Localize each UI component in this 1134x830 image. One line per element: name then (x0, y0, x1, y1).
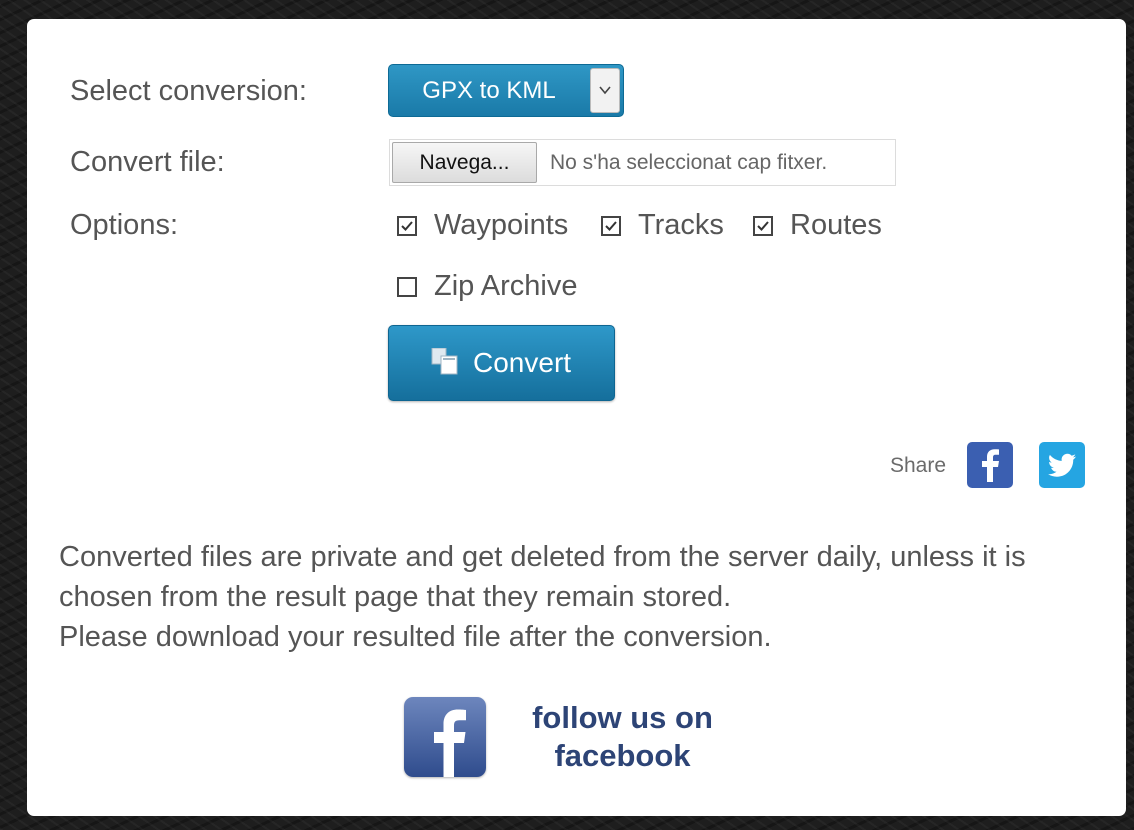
follow-us-link[interactable]: follow us on facebook (515, 699, 730, 775)
follow-us-line-2: facebook (554, 738, 691, 773)
facebook-share-icon[interactable] (967, 442, 1013, 488)
select-conversion-label: Select conversion: (70, 75, 307, 107)
options-label: Options: (70, 209, 178, 241)
convert-button-label: Convert (473, 347, 572, 378)
convert-button[interactable]: Convert (388, 325, 615, 401)
share-label: Share (890, 454, 947, 477)
browse-button[interactable]: Navega... (392, 142, 537, 183)
file-input[interactable]: Navega... No s'ha seleccionat cap fitxer… (389, 139, 896, 186)
privacy-notice-line-1: Converted files are private and get dele… (59, 541, 1026, 613)
follow-us-line-1: follow us on (532, 700, 713, 735)
twitter-share-icon[interactable] (1039, 442, 1085, 488)
copy-icon (431, 348, 458, 375)
routes-label: Routes (790, 209, 882, 241)
zip-archive-label: Zip Archive (434, 270, 578, 302)
chevron-down-icon[interactable] (590, 68, 620, 113)
conversion-select-value: GPX to KML (422, 77, 556, 104)
privacy-notice-line-2: Please download your resulted file after… (59, 621, 772, 653)
facebook-logo-icon[interactable] (404, 697, 486, 777)
privacy-notice: Converted files are private and get dele… (59, 537, 1119, 657)
conversion-select[interactable]: GPX to KML (388, 64, 624, 117)
waypoints-label: Waypoints (434, 209, 569, 241)
waypoints-checkbox[interactable] (397, 216, 417, 236)
tracks-checkbox[interactable] (601, 216, 621, 236)
zip-archive-checkbox[interactable] (397, 277, 417, 297)
tracks-label: Tracks (638, 209, 724, 241)
file-status-text: No s'ha seleccionat cap fitxer. (550, 151, 828, 174)
convert-file-label: Convert file: (70, 146, 225, 178)
routes-checkbox[interactable] (753, 216, 773, 236)
